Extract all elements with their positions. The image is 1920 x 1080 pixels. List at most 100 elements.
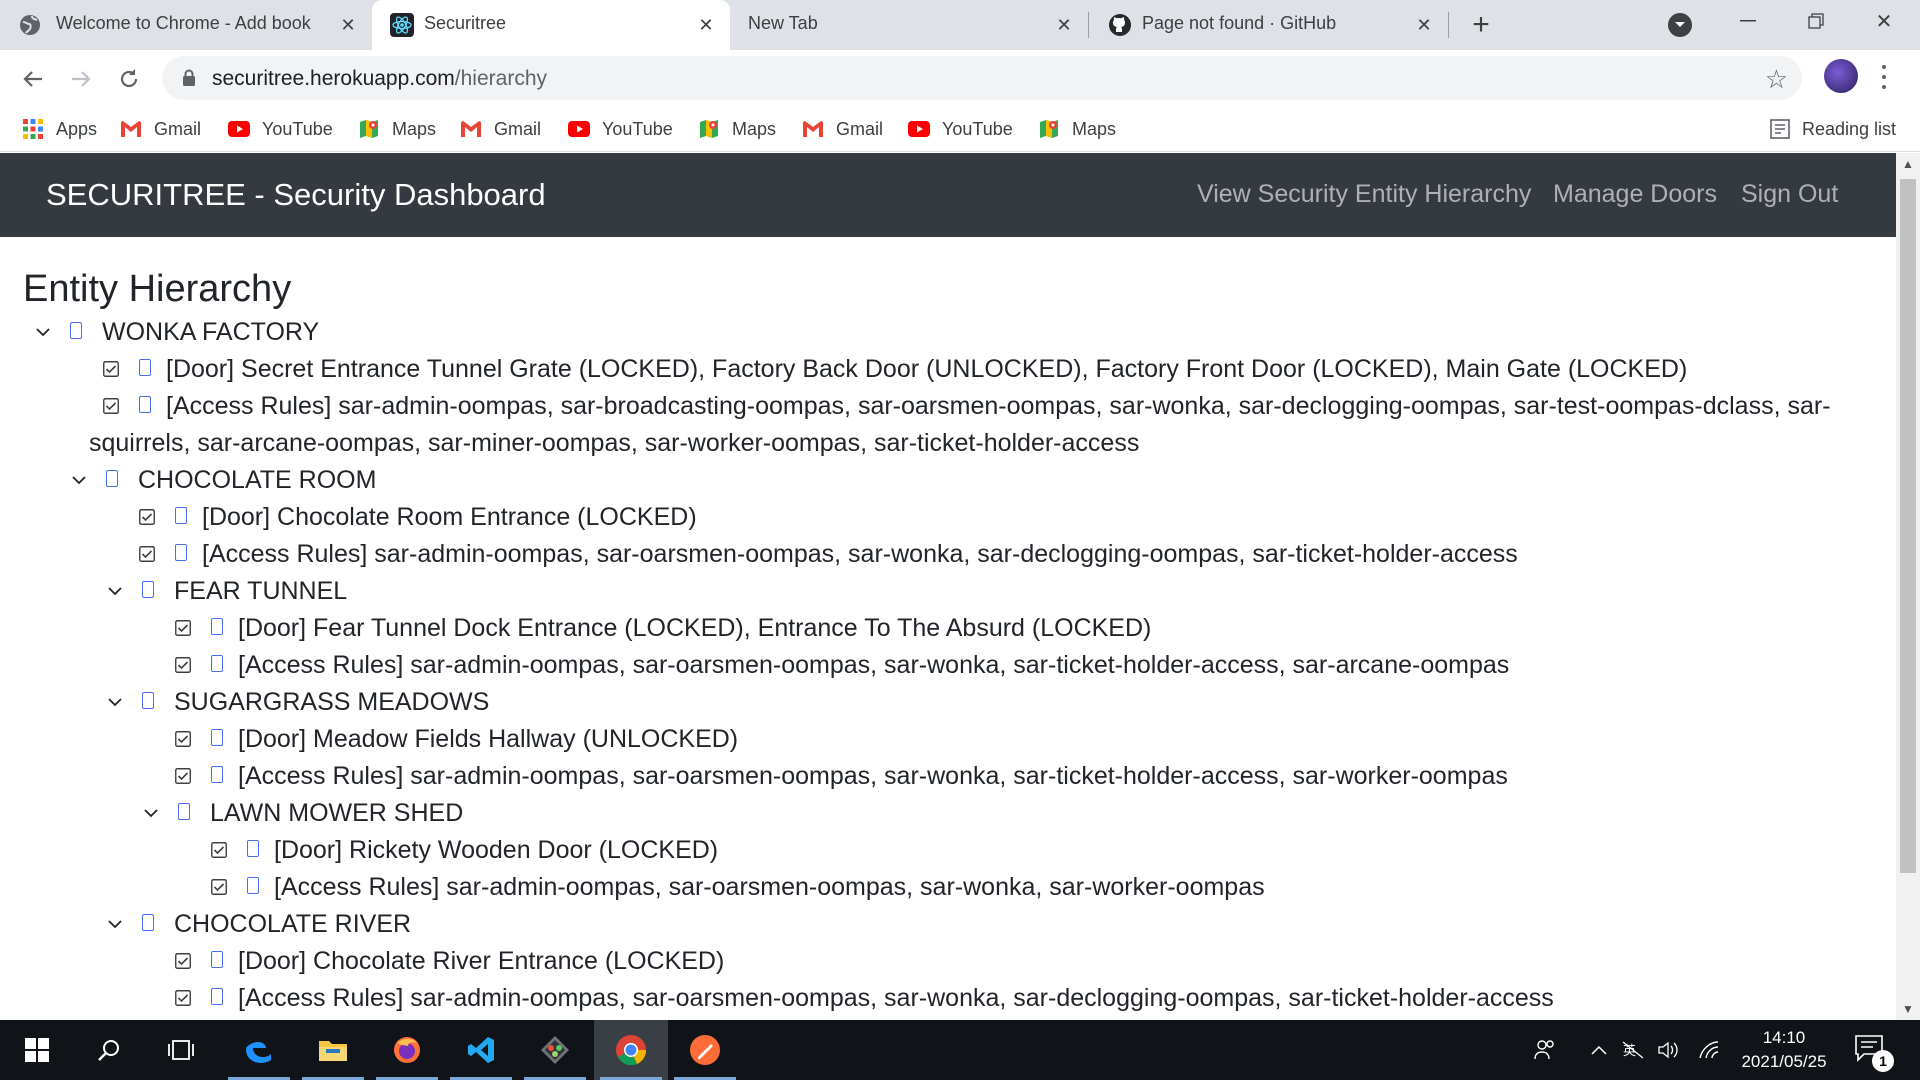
bookmark-youtube[interactable]: YouTube [228,116,333,142]
entity-name[interactable]: SUGARGRASS MEADOWS [174,684,489,721]
gmail-icon [460,118,482,140]
detail-text: [Door] Meadow Fields Hallway (UNLOCKED) [238,725,739,753]
youtube-icon [568,118,590,140]
volume-icon[interactable] [1656,1038,1682,1062]
windows-taskbar: 英 14:10 2021/05/25 1 [0,1020,1920,1080]
entity-name[interactable]: CHOCOLATE ROOM [138,462,376,499]
system-clock[interactable]: 14:10 2021/05/25 [1734,1026,1834,1074]
checkbox[interactable] [138,545,156,563]
entity-name[interactable]: LAWN MOWER SHED [210,795,463,832]
address-bar[interactable]: securitree.herokuapp.com/hierarchy ☆ [162,56,1802,100]
node-icon [70,322,82,339]
page-scrollbar[interactable]: ▲ ▼ [1896,153,1920,1020]
bookmark-maps[interactable]: Maps [358,116,436,142]
notification-count-badge: 1 [1872,1050,1894,1072]
clock-time: 14:10 [1762,1028,1806,1047]
scroll-down-arrow-icon[interactable]: ▼ [1896,998,1920,1020]
entity-name[interactable]: WONKA FACTORY [102,314,319,351]
tree-detail-row: [Door] Meadow Fields Hallway (UNLOCKED) [0,721,1896,758]
new-tab-plus-icon[interactable]: + [1466,10,1496,40]
nav-sign-out-link[interactable]: Sign Out [1741,180,1838,209]
bookmark-youtube[interactable]: YouTube [908,116,1013,142]
chevron-up-icon[interactable] [1586,1038,1612,1062]
checkbox[interactable] [174,656,192,674]
chrome-icon[interactable] [594,1020,668,1080]
ime-icon[interactable]: 英 [1620,1038,1646,1062]
wifi-icon[interactable] [1696,1038,1722,1062]
checkbox[interactable] [210,841,228,859]
url-text: securitree.herokuapp.com/hierarchy [212,67,547,91]
scroll-up-arrow-icon[interactable]: ▲ [1896,153,1920,175]
checkbox[interactable] [174,989,192,1007]
forward-arrow-icon[interactable] [66,64,96,94]
back-arrow-icon[interactable] [18,64,48,94]
close-tab-icon[interactable]: ✕ [694,13,718,37]
checkbox[interactable] [174,730,192,748]
detail-text: [Door] Fear Tunnel Dock Entrance (LOCKED… [238,614,1152,642]
chevron-down-icon[interactable] [67,462,91,499]
file-explorer-icon[interactable] [296,1020,370,1080]
chevron-down-icon[interactable] [103,573,127,610]
detail-text: [Door] Chocolate River Entrance (LOCKED) [238,947,725,975]
tab-welcome[interactable]: Welcome to Chrome - Add book ✕ [0,0,366,50]
tab-title: New Tab [748,13,818,33]
bookmark-maps[interactable]: Maps [1038,116,1116,142]
checkbox[interactable] [138,508,156,526]
bookmark-maps[interactable]: Maps [698,116,776,142]
checkbox[interactable] [174,619,192,637]
postman-icon[interactable] [668,1020,742,1080]
tab-search-icon[interactable] [1668,13,1692,37]
bookmark-apps[interactable]: Apps [22,116,97,142]
node-icon [142,581,154,598]
search-icon[interactable] [72,1020,146,1080]
bookmark-gmail[interactable]: Gmail [802,116,883,142]
tab-title: Securitree [424,13,507,33]
brand-link[interactable]: SECURITREE - Security Dashboard [46,177,546,213]
bookmark-youtube[interactable]: YouTube [568,116,673,142]
checkbox[interactable] [174,952,192,970]
detail-text: [Access Rules] sar-admin-oompas, sar-bro… [166,392,1831,420]
edge-icon[interactable] [222,1020,296,1080]
close-tab-icon[interactable]: ✕ [1052,13,1076,37]
github-icon [1108,13,1132,37]
firefox-icon[interactable] [370,1020,444,1080]
nav-view-hierarchy-link[interactable]: View Security Entity Hierarchy [1197,180,1531,209]
chevron-down-icon[interactable] [103,906,127,943]
tab-new-tab[interactable]: New Tab ✕ [730,0,1088,50]
bookmark-gmail[interactable]: Gmail [120,116,201,142]
close-tab-icon[interactable]: ✕ [1412,13,1436,37]
bookmark-gmail[interactable]: Gmail [460,116,541,142]
detail-text: [Access Rules] sar-admin-oompas, sar-oar… [238,984,1554,1012]
people-icon[interactable] [1532,1038,1558,1062]
close-window-icon[interactable]: ✕ [1866,6,1902,36]
tree-detail-row: [Door] Chocolate Room Entrance (LOCKED) [0,499,1896,536]
checkbox[interactable] [102,397,120,415]
profile-avatar[interactable] [1824,59,1858,93]
chevron-down-icon[interactable] [139,795,163,832]
minimize-icon[interactable] [1730,6,1766,36]
notification-center-button[interactable]: 1 [1854,1034,1894,1072]
bookmark-star-icon[interactable]: ☆ [1765,64,1788,95]
chevron-down-icon[interactable] [31,314,55,351]
chrome-menu-icon[interactable] [1876,62,1892,92]
checkbox[interactable] [174,767,192,785]
vscode-icon[interactable] [444,1020,518,1080]
checkbox[interactable] [102,360,120,378]
task-view-icon[interactable] [144,1020,218,1080]
restore-icon[interactable] [1798,6,1834,36]
tab-securitree[interactable]: Securitree ✕ [372,0,730,50]
windows-start-icon[interactable] [0,1020,74,1080]
scroll-thumb[interactable] [1900,179,1916,873]
tab-github[interactable]: Page not found · GitHub ✕ [1090,0,1448,50]
close-tab-icon[interactable]: ✕ [336,13,360,37]
tree-detail-row: [Door] Fear Tunnel Dock Entrance (LOCKED… [0,610,1896,647]
reading-list-button[interactable]: Reading list [1770,116,1896,142]
gitkraken-icon[interactable] [518,1020,592,1080]
entity-name[interactable]: FEAR TUNNEL [174,573,347,610]
entity-name[interactable]: CHOCOLATE RIVER [174,906,411,943]
checkbox[interactable] [210,878,228,896]
nav-manage-doors-link[interactable]: Manage Doors [1553,180,1717,209]
reload-icon[interactable] [114,64,144,94]
chevron-down-icon[interactable] [103,684,127,721]
lock-icon[interactable] [182,69,196,92]
